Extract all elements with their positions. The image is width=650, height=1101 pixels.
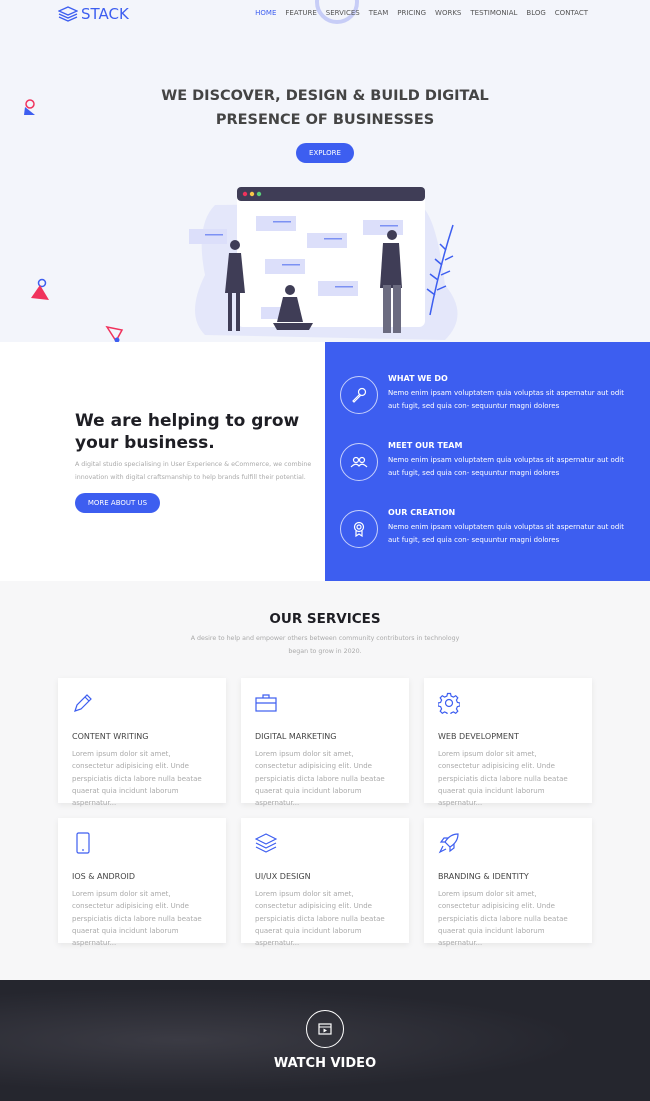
nav-item-team[interactable]: TEAM [369,9,389,17]
hero-illustration [189,187,458,340]
service-card[interactable]: CONTENT WRITING Lorem ipsum dolor sit ame… [58,678,226,807]
features-panel: WHAT WE DO Nemo enim ipsam voluptatem qui… [325,342,650,581]
layers-icon [254,833,278,853]
hero-section: STACK HOME FEATURE SERVICES TEAM PRICING WORK… [0,0,650,343]
nav-item-contact[interactable]: CONTACT [555,9,588,17]
video-title: WATCH VIDEO [273,1056,377,1071]
nav-item-services[interactable]: SERVICES [326,9,360,17]
nav-item-works[interactable]: WORKS [435,9,461,17]
pencil-icon [74,694,92,712]
main-nav: HOME FEATURE SERVICES TEAM PRICING WORKS TESTI… [255,9,588,17]
feature-text: Nemo enim ipsam voluptatem quia voluptas… [388,523,624,544]
stack-logo-icon [58,6,78,22]
about-text-line: A digital studio specialising in User Ex… [75,461,312,468]
video-play-button[interactable] [306,1010,344,1048]
explore-button[interactable]: EXPLORE [296,143,354,163]
nav-item-pricing[interactable]: PRICING [397,9,426,17]
service-title: WEB DEVELOPMENT [438,732,519,741]
award-icon [340,510,378,548]
video-play-icon [318,1023,332,1035]
nav-item-blog[interactable]: BLOG [526,9,545,17]
about-title: We are helping to grow your business. [75,410,299,454]
service-title: CONTENT WRITING [72,732,149,741]
gear-icon [437,692,461,717]
nav-item-home[interactable]: HOME [255,9,276,17]
logo[interactable]: STACK [58,5,129,23]
service-card[interactable]: BRANDING & IDENTITY Lorem ipsum dolor sit… [424,818,592,947]
services-title: OUR SERVICES [269,611,381,627]
service-text: Lorem ipsum dolor sit amet, consectetur … [438,750,568,808]
feature-title: MEET OUR TEAM [388,441,463,450]
service-title: DIGITAL MARKETING [255,732,337,741]
about-text: A digital studio specialising in User Ex… [75,458,311,484]
service-card[interactable]: DIGITAL MARKETING Lorem ipsum dolor sit a… [241,678,409,807]
service-title: BRANDING & IDENTITY [438,872,529,881]
service-card[interactable]: IOS & ANDROID Lorem ipsum dolor sit amet,… [58,818,226,947]
smartphone-icon [76,832,90,854]
more-about-us-button[interactable]: MORE ABOUT US [75,493,160,513]
services-section: OUR SERVICES A desire to help and empowe… [0,581,650,980]
feature-item: MEET OUR TEAM Nemo enim ipsam voluptatem … [340,441,628,481]
feature-title: WHAT WE DO [388,374,448,383]
service-card[interactable]: UI/UX DESIGN Lorem ipsum dolor sit amet, … [241,818,409,947]
feature-item: WHAT WE DO Nemo enim ipsam voluptatem qui… [340,374,628,414]
service-title: IOS & ANDROID [72,872,136,881]
services-subtitle-line: A desire to help and empower others betw… [190,635,460,642]
nav-item-testimonial[interactable]: TESTIMONIAL [470,9,517,17]
feature-title: OUR CREATION [388,508,456,517]
decorative-shapes [24,99,124,343]
about-title-line: We are helping to grow [75,411,300,431]
service-text: Lorem ipsum dolor sit amet, consectetur … [72,890,202,948]
feature-item: OUR CREATION Nemo enim ipsam voluptatem q… [340,508,628,548]
nav-item-feature[interactable]: FEATURE [285,9,316,17]
service-title: UI/UX DESIGN [255,872,311,881]
service-text: Lorem ipsum dolor sit amet, consectetur … [72,750,202,808]
services-subtitle: A desire to help and empower others betw… [0,632,650,658]
about-section: We are helping to grow your business. A … [0,342,325,581]
feature-text: Nemo enim ipsam voluptatem quia voluptas… [388,456,624,477]
about-title-line: your business. [75,433,215,453]
service-text: Lorem ipsum dolor sit amet, consectetur … [438,890,568,948]
about-text-line: innovation with digital craftsmanship to… [75,474,306,481]
service-text: Lorem ipsum dolor sit amet, consectetur … [255,890,385,948]
rocket-icon [438,833,459,854]
feature-text: Nemo enim ipsam voluptatem quia voluptas… [388,389,624,410]
microphone-icon [340,376,378,414]
logo-text: STACK [81,5,129,23]
services-subtitle-line: began to grow in 2020. [288,648,362,655]
service-text: Lorem ipsum dolor sit amet, consectetur … [255,750,385,808]
service-card[interactable]: WEB DEVELOPMENT Lorem ipsum dolor sit ame… [424,678,592,807]
team-icon [340,443,378,481]
video-section: WATCH VIDEO [0,980,650,1101]
briefcase-icon [255,694,277,712]
